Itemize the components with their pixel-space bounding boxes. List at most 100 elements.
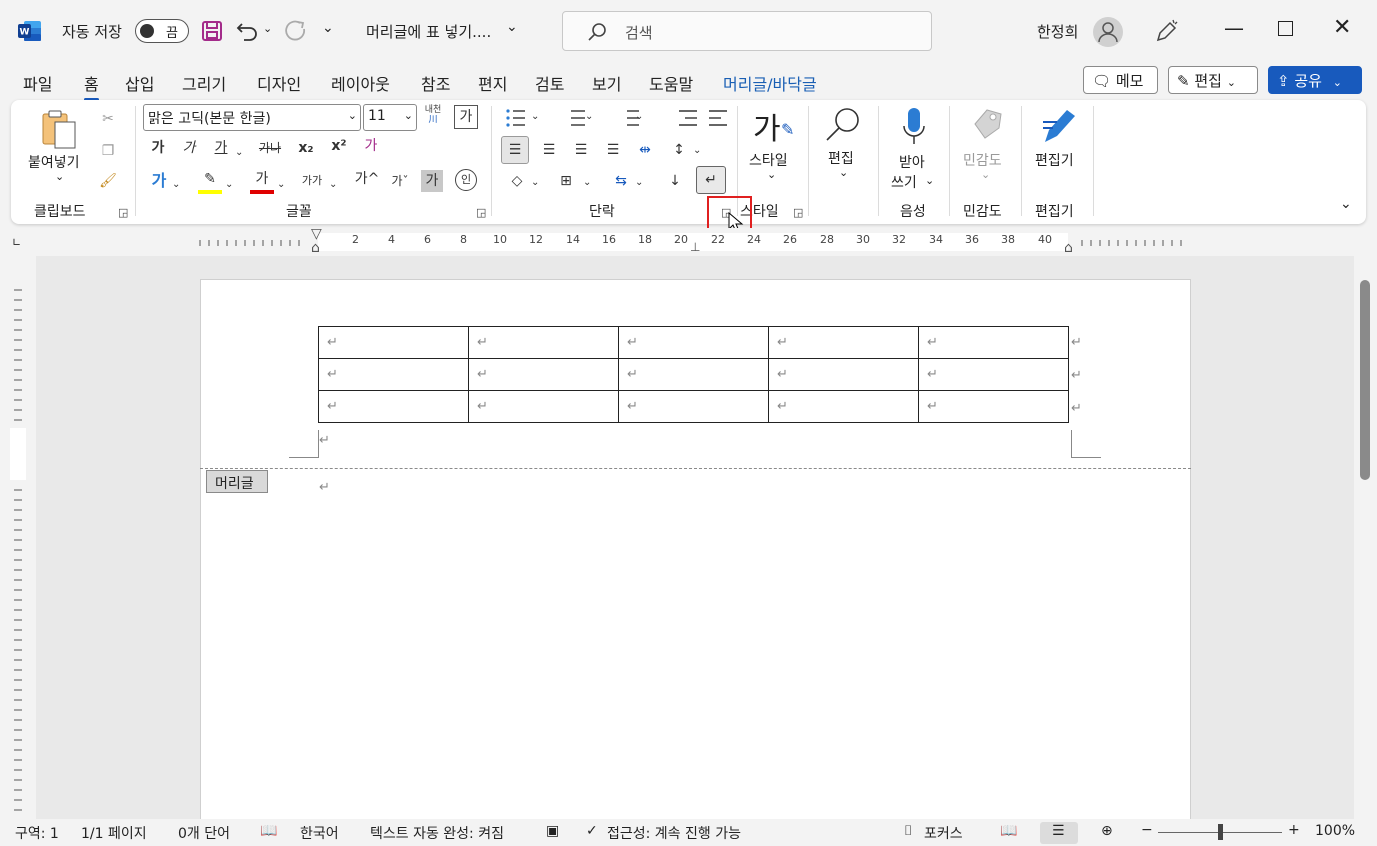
editor-icon[interactable] (1039, 106, 1079, 146)
grow-font-button[interactable]: 가^ (354, 168, 380, 190)
tab-file[interactable]: 파일 (23, 71, 52, 95)
sensitivity-button-label[interactable]: 민감도 (963, 150, 1002, 170)
table-cell[interactable]: ↵ (918, 390, 1069, 423)
customize-toolbar-icon[interactable]: ⌄ (322, 20, 334, 36)
table-cell[interactable]: ↵ (318, 326, 469, 359)
tab-insert[interactable]: 삽입 (125, 71, 154, 95)
text-effects-button[interactable]: 가 (147, 170, 171, 192)
microphone-icon[interactable] (901, 106, 927, 148)
character-shading-button[interactable]: 가 (421, 170, 443, 192)
borders-dropdown-icon[interactable]: ⌄ (583, 172, 591, 194)
change-case-button[interactable]: 가가 (298, 170, 326, 192)
line-spacing-icon[interactable]: ↕ (667, 136, 691, 164)
zoom-out-icon[interactable]: − (1141, 822, 1153, 838)
tab-home[interactable]: 홈 (84, 71, 99, 101)
numbering-dropdown-icon[interactable]: ⌄ (585, 106, 593, 128)
autosave-toggle[interactable]: 끔 (135, 19, 189, 43)
italic-button[interactable]: 가 (178, 137, 200, 159)
maximize-icon[interactable] (1278, 21, 1293, 36)
sensitivity-dropdown-icon[interactable]: ⌄ (981, 168, 990, 181)
paste-dropdown-icon[interactable]: ⌄ (55, 170, 64, 183)
section-indicator[interactable]: 구역: 1 (15, 823, 59, 843)
tab-mailings[interactable]: 편지 (478, 71, 507, 95)
zoom-slider-thumb[interactable] (1218, 824, 1223, 840)
page-indicator[interactable]: 1/1 페이지 (81, 823, 147, 843)
shading-dropdown-icon[interactable]: ⌄ (531, 172, 539, 194)
font-launcher-icon[interactable]: ◲ (476, 206, 486, 219)
line-spacing-dropdown-icon[interactable]: ⌄ (693, 140, 701, 162)
tab-references[interactable]: 참조 (421, 71, 450, 95)
borders-icon[interactable]: ⊞ (554, 170, 578, 192)
dictate-label-line2[interactable]: 쓰기 (891, 172, 917, 192)
text-effects-dropdown-icon[interactable]: ⌄ (172, 174, 180, 196)
bullets-button[interactable] (503, 102, 527, 126)
tab-selector-icon[interactable]: ∟ (12, 236, 21, 249)
styles-dropdown-icon[interactable]: ⌄ (767, 168, 776, 181)
proofing-icon[interactable]: 📖 (260, 823, 277, 839)
collapse-ribbon-icon[interactable]: ⌄ (1340, 196, 1352, 212)
decrease-indent-icon[interactable] (666, 102, 690, 126)
text-direction-icon[interactable]: ⇆ (609, 170, 633, 192)
table-cell[interactable]: ↵ (918, 326, 1069, 359)
vertical-ruler[interactable] (0, 256, 36, 819)
multilevel-list-dropdown-icon[interactable]: ⌄ (635, 106, 643, 128)
read-mode-icon[interactable]: 📖 (1000, 823, 1017, 839)
editor-button-label[interactable]: 편집기 (1035, 150, 1074, 170)
enclose-characters-button[interactable]: 인 (455, 169, 477, 191)
sensitivity-icon[interactable] (969, 106, 1005, 142)
search-box[interactable]: 검색 (562, 11, 932, 51)
macro-recording-icon[interactable]: ▣ (546, 823, 559, 839)
editing-mode-button[interactable]: ✎ 편집 ⌄ (1168, 66, 1258, 94)
center-tab-marker[interactable]: ⊥ (690, 240, 700, 254)
bold-button[interactable]: 가 (147, 137, 169, 159)
table-cell[interactable]: ↵ (468, 326, 619, 359)
accessibility-indicator[interactable]: 접근성: 계속 진행 가능 (607, 823, 741, 843)
focus-icon[interactable]: ⌷ (904, 823, 912, 839)
change-case-dropdown-icon[interactable]: ⌄ (329, 174, 337, 196)
cut-icon[interactable]: ✂ (97, 108, 119, 130)
undo-icon[interactable] (236, 20, 260, 42)
align-right-icon[interactable]: ☰ (567, 136, 595, 164)
styles-button-label[interactable]: 스타일 (749, 150, 788, 170)
minimize-icon[interactable]: — (1224, 16, 1244, 40)
format-painter-icon[interactable]: 🖌 (97, 170, 119, 192)
strikethrough-button[interactable]: 가나 (256, 137, 284, 159)
clipboard-launcher-icon[interactable]: ◲ (118, 206, 128, 219)
multilevel-list-button[interactable] (611, 102, 635, 126)
left-indent-marker[interactable]: ⌂ (311, 240, 320, 256)
print-layout-button[interactable]: ☰ (1040, 822, 1078, 844)
designer-pen-icon[interactable] (1154, 18, 1180, 44)
close-icon[interactable]: ✕ (1333, 15, 1351, 40)
font-color-button[interactable]: 가 (250, 168, 274, 194)
highlight-dropdown-icon[interactable]: ⌄ (225, 174, 233, 196)
word-app-icon[interactable]: W (18, 20, 42, 42)
copy-icon[interactable]: ❐ (97, 140, 119, 162)
zoom-level[interactable]: 100% (1315, 823, 1355, 839)
document-title[interactable]: 머리글에 표 넣기.... (366, 21, 491, 42)
justify-icon[interactable]: ☰ (599, 136, 627, 164)
save-icon[interactable] (201, 20, 223, 42)
align-center-icon[interactable]: ☰ (535, 136, 563, 164)
redo-icon[interactable] (284, 20, 308, 42)
horizontal-ruler[interactable]: ∟ 2 4 6 8 10 12 14 16 18 20 22 24 26 28 … (0, 226, 1377, 256)
undo-dropdown-icon[interactable]: ⌄ (263, 22, 272, 35)
styles-icon[interactable]: 가 (753, 104, 781, 148)
tab-help[interactable]: 도움말 (649, 71, 693, 95)
highlight-button[interactable]: ✎ (198, 168, 222, 194)
scrollbar-thumb[interactable] (1360, 280, 1370, 480)
dictate-dropdown-icon[interactable]: ⌄ (925, 174, 934, 187)
table-cell[interactable]: ↵ (468, 390, 619, 423)
word-count[interactable]: 0개 단어 (178, 823, 230, 843)
tab-layout[interactable]: 레이아웃 (331, 71, 390, 95)
clear-formatting-button[interactable]: 가 (360, 135, 382, 157)
tab-draw[interactable]: 그리기 (182, 71, 226, 95)
autocomplete-indicator[interactable]: 텍스트 자동 완성: 켜짐 (370, 823, 504, 843)
text-direction-dropdown-icon[interactable]: ⌄ (635, 172, 643, 194)
distributed-icon[interactable]: ⇹ (631, 136, 659, 164)
table-cell[interactable]: ↵ (318, 358, 469, 391)
paste-label[interactable]: 붙여넣기 (28, 152, 80, 172)
font-color-dropdown-icon[interactable]: ⌄ (277, 174, 285, 196)
subscript-button[interactable]: x₂ (295, 137, 317, 159)
title-dropdown-icon[interactable]: ⌄ (506, 19, 518, 35)
table-cell[interactable]: ↵ (318, 390, 469, 423)
